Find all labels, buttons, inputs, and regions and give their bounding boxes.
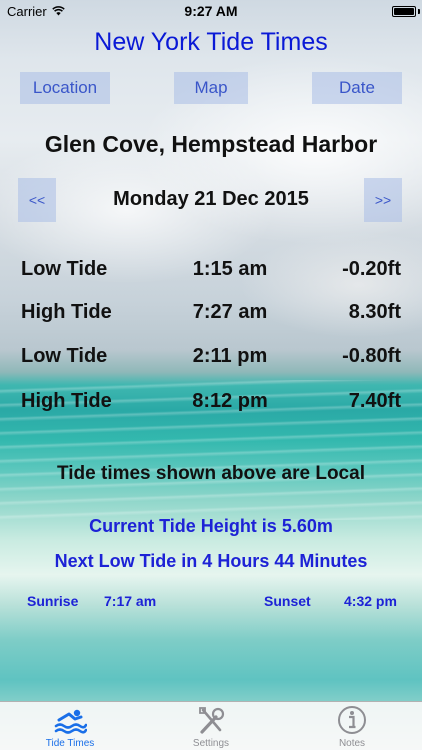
tide-time: 7:27 am — [192, 301, 268, 323]
tide-type: High Tide — [21, 390, 112, 412]
status-bar: Carrier 9:27 AM — [0, 0, 422, 22]
tide-type: Low Tide — [21, 258, 108, 280]
app-title: New York Tide Times — [94, 28, 328, 56]
next-low-tide: Next Low Tide in 4 Hours 44 Minutes — [54, 551, 368, 571]
next-day-button[interactable]: >> — [364, 178, 402, 222]
location-button[interactable]: Location — [20, 72, 110, 104]
battery-tip — [418, 9, 420, 14]
tide-row: High Tide 7:27 am 8.30ft — [0, 301, 422, 331]
sunrise-label: Sunrise — [27, 593, 79, 609]
tab-tide-times[interactable]: Tide Times — [0, 702, 140, 750]
date-button[interactable]: Date — [312, 72, 402, 104]
tide-height: -0.20ft — [342, 258, 401, 280]
tab-bar: Tide Times Settings Notes — [0, 701, 422, 750]
info-icon — [335, 705, 369, 735]
tide-height: -0.80ft — [342, 345, 401, 367]
tide-time: 1:15 am — [192, 258, 268, 280]
sunset-time: 4:32 pm — [344, 593, 397, 609]
current-tide-height: Current Tide Height is 5.60m — [89, 516, 333, 536]
map-button[interactable]: Map — [174, 72, 248, 104]
tab-settings[interactable]: Settings — [141, 702, 281, 750]
sunset-label: Sunset — [264, 593, 311, 609]
sunrise-time: 7:17 am — [104, 593, 157, 609]
station-name: Glen Cove, Hempstead Harbor — [44, 131, 378, 157]
tab-label: Tide Times — [45, 738, 95, 749]
tide-time: 2:11 pm — [192, 345, 268, 367]
tide-type: Low Tide — [21, 345, 108, 367]
tools-icon — [194, 705, 228, 735]
tide-row: Low Tide 2:11 pm -0.80ft — [0, 345, 422, 375]
status-time: 9:27 AM — [184, 3, 238, 19]
battery-icon — [392, 6, 416, 17]
tide-height: 8.30ft — [348, 301, 401, 323]
tab-label: Notes — [338, 738, 366, 749]
current-date: Monday 21 Dec 2015 — [113, 188, 309, 210]
swimmer-icon — [53, 705, 88, 735]
tide-height: 7.40ft — [348, 390, 401, 412]
tab-label: Settings — [192, 738, 230, 749]
local-time-note: Tide times shown above are Local — [57, 463, 365, 484]
tide-row: Low Tide 1:15 am -0.20ft — [0, 258, 422, 288]
app-screen: Carrier 9:27 AM New York Tide Times Loca… — [0, 0, 422, 750]
tide-type: High Tide — [21, 301, 112, 323]
tab-notes[interactable]: Notes — [282, 702, 422, 750]
tide-time: 8:12 pm — [192, 390, 268, 412]
tide-row: High Tide 8:12 pm 7.40ft — [0, 390, 422, 420]
